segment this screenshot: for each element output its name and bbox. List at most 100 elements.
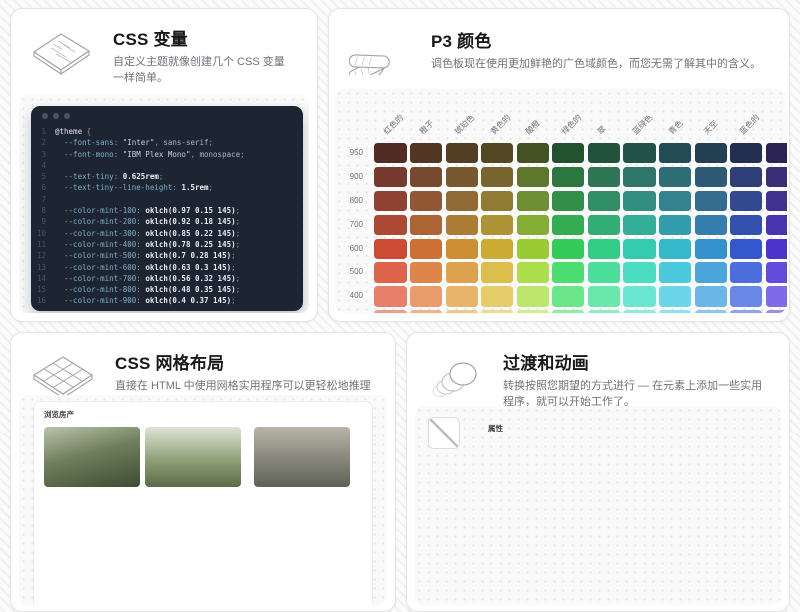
palette-swatch [659, 143, 691, 163]
line-number: 9 [31, 216, 46, 227]
palette-swatch [552, 239, 584, 259]
line-number: 3 [31, 149, 46, 160]
palette-swatch [623, 286, 655, 306]
palette-column-label: 青色 [666, 118, 685, 137]
palette-swatch [446, 167, 478, 187]
swatch-fan-icon [349, 25, 411, 75]
palette-swatch [481, 143, 513, 163]
palette-column-label: 天空 [702, 118, 721, 137]
line-number: 6 [31, 182, 46, 193]
palette-swatch [730, 286, 762, 306]
palette-swatch [695, 167, 727, 187]
palette-swatch [766, 191, 787, 211]
line-number: 16 [31, 295, 46, 306]
line-number: 7 [31, 194, 46, 205]
palette-swatch [623, 310, 655, 313]
card-p3-colors: P3 颜色 调色板现在使用更加鲜艳的广色域颜色，而您无需了解其中的含义。 红色的… [328, 8, 790, 322]
code-line: 7 [31, 194, 303, 205]
property-photo [145, 427, 241, 487]
palette-swatch [517, 239, 549, 259]
code-line: 1@theme { [31, 126, 303, 137]
palette-swatch [374, 191, 406, 211]
palette-swatch [659, 239, 691, 259]
palette-swatch [588, 239, 620, 259]
palette-swatch [659, 262, 691, 282]
code-line: 12 --color-mint-500: oklch(0.7 0.28 145)… [31, 250, 303, 261]
palette-swatch [517, 191, 549, 211]
list-item: 属性 [428, 417, 781, 449]
code-line: 6 --text-tiny--line-height: 1.5rem; [31, 182, 303, 193]
palette-swatch [374, 239, 406, 259]
card-title: P3 颜色 [431, 27, 761, 52]
palette-swatch [481, 191, 513, 211]
palette-swatch [588, 191, 620, 211]
palette-swatch [588, 262, 620, 282]
isometric-stylesheet-icon [31, 31, 93, 81]
code-line: 13 --color-mint-600: oklch(0.63 0.3 145)… [31, 262, 303, 273]
property-photo [44, 427, 140, 487]
palette-swatch [517, 215, 549, 235]
card-header: P3 颜色 调色板现在使用更加鲜艳的广色域颜色，而您无需了解其中的含义。 [329, 9, 789, 75]
card-description: 自定义主题就像创建几个 CSS 变量一样简单。 [113, 55, 293, 87]
palette-swatch [552, 191, 584, 211]
palette-swatch [695, 310, 727, 313]
palette-swatch [730, 215, 762, 235]
code-line: 15 --color-mint-800: oklch(0.48 0.35 145… [31, 284, 303, 295]
palette-swatch [446, 239, 478, 259]
line-number: 13 [31, 262, 46, 273]
line-number: 14 [31, 273, 46, 284]
palette-swatch [552, 143, 584, 163]
palette-swatch [766, 143, 787, 163]
line-number: 2 [31, 137, 46, 148]
line-number: 5 [31, 171, 46, 182]
palette-swatch [410, 286, 442, 306]
palette-swatch [730, 310, 762, 313]
palette-swatch [481, 167, 513, 187]
palette-swatch [588, 286, 620, 306]
palette-column-label: 红色的 [381, 112, 406, 137]
line-number: 15 [31, 284, 46, 295]
palette-swatch [481, 286, 513, 306]
palette-swatch [517, 310, 549, 313]
palette-row-label: 900 [343, 167, 371, 187]
palette-row-label: 600 [343, 239, 371, 259]
palette-swatch [517, 286, 549, 306]
palette-swatch [446, 310, 478, 313]
palette-column-label: 琥珀色 [452, 112, 477, 137]
property-listing-window: 浏览房产 [33, 401, 373, 605]
palette-swatch [623, 143, 655, 163]
demo-panel: 红色的橙子琥珀色黄色的酸橙绿色的翠蓝绿色青色天空蓝色的 950900800700… [335, 89, 787, 313]
palette-swatch [695, 262, 727, 282]
palette-swatch [588, 215, 620, 235]
palette-column-label: 黄色的 [488, 112, 513, 137]
window-control-dot [64, 113, 70, 119]
palette-grid: 950900800700600500400 [343, 143, 787, 313]
palette-swatch [659, 167, 691, 187]
palette-swatch [659, 310, 691, 313]
palette-row-label: 950 [343, 143, 371, 163]
palette-swatch [695, 143, 727, 163]
card-transitions: 过渡和动画 转换按照您期望的方式进行 — 在元素上添加一些实用程序，就可以开始工… [406, 332, 790, 612]
palette-swatch [374, 262, 406, 282]
palette-swatch [695, 239, 727, 259]
palette-row-label: 500 [343, 262, 371, 282]
palette-swatch [374, 215, 406, 235]
card-css-grid: CSS 网格布局 直接在 HTML 中使用网格实用程序可以更轻松地推理复杂的布局… [10, 332, 396, 612]
line-number: 4 [31, 160, 46, 171]
palette-column-label: 翠 [595, 124, 608, 137]
card-title: CSS 网格布局 [115, 349, 371, 374]
palette-swatch [766, 215, 787, 235]
palette-swatch [552, 286, 584, 306]
palette-swatch [766, 310, 787, 313]
code-line: 9 --color-mint-200: oklch(0.92 0.18 145)… [31, 216, 303, 227]
palette-swatch [695, 286, 727, 306]
palette-swatch [588, 143, 620, 163]
code-line: 3 --font-mono: "IBM Plex Mono", monospac… [31, 149, 303, 160]
palette-swatch [410, 191, 442, 211]
palette-swatch [623, 262, 655, 282]
window-control-dot [42, 113, 48, 119]
line-number: 10 [31, 228, 46, 239]
palette-swatch [410, 215, 442, 235]
window-controls [31, 106, 303, 119]
palette-swatch [552, 215, 584, 235]
